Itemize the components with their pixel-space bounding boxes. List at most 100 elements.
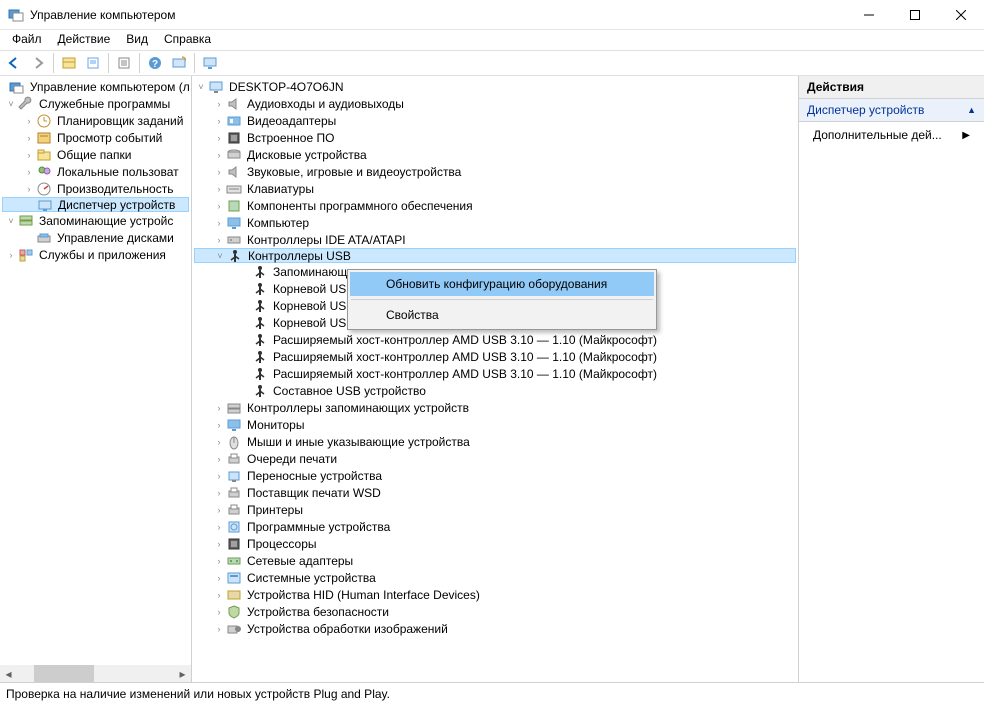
tree-local-users[interactable]: ›Локальные пользоват <box>2 163 189 180</box>
soft-icon <box>226 519 242 535</box>
menu-action[interactable]: Действие <box>50 30 119 48</box>
tree-disk-management[interactable]: ›Управление дисками <box>2 229 189 246</box>
pc-icon <box>208 79 224 95</box>
device-usb-item[interactable]: ▶Расширяемый хост-контроллер AMD USB 3.1… <box>194 348 796 365</box>
twisty-icon[interactable]: › <box>212 488 226 498</box>
tree-system-tools[interactable]: ˅Служебные программы <box>2 95 189 112</box>
refresh-button[interactable] <box>113 52 135 74</box>
twisty-icon[interactable]: ˅ <box>213 251 227 261</box>
device-category[interactable]: ›Устройства обработки изображений <box>194 620 796 637</box>
vid-icon <box>226 113 242 129</box>
twisty-icon[interactable]: › <box>212 116 226 126</box>
twisty-icon[interactable]: › <box>212 539 226 549</box>
left-horizontal-scrollbar[interactable]: ◂▸ <box>0 665 191 682</box>
device-category[interactable]: ›Программные устройства <box>194 518 796 535</box>
monitor-button[interactable] <box>199 52 221 74</box>
device-root[interactable]: ˅DESKTOP-4O7O6JN <box>194 78 796 95</box>
device-category[interactable]: ›Компьютер <box>194 214 796 231</box>
device-tree-pane: ˅DESKTOP-4O7O6JN›Аудиовходы и аудиовыход… <box>192 76 799 682</box>
actions-more[interactable]: Дополнительные дей... ▶ <box>799 122 984 148</box>
device-category[interactable]: ›Очереди печати <box>194 450 796 467</box>
device-category[interactable]: ›Контроллеры запоминающих устройств <box>194 399 796 416</box>
help-button[interactable]: ? <box>144 52 166 74</box>
twisty-icon[interactable]: › <box>212 624 226 634</box>
tree-shared-folders[interactable]: ›Общие папки <box>2 146 189 163</box>
menu-help[interactable]: Справка <box>156 30 219 48</box>
twisty-icon[interactable]: › <box>212 471 226 481</box>
cube-icon <box>226 198 242 214</box>
device-category[interactable]: ›Дисковые устройства <box>194 146 796 163</box>
device-category[interactable]: ›Процессоры <box>194 535 796 552</box>
twisty-icon[interactable]: › <box>212 437 226 447</box>
properties-button[interactable] <box>82 52 104 74</box>
scan-hardware-button[interactable] <box>168 52 190 74</box>
twisty-icon[interactable]: › <box>212 590 226 600</box>
chip-icon <box>226 536 242 552</box>
disk-icon <box>226 147 242 163</box>
context-menu-properties[interactable]: Свойства <box>350 303 654 327</box>
device-category[interactable]: ›Контроллеры IDE ATA/ATAPI <box>194 231 796 248</box>
actions-section[interactable]: Диспетчер устройств ▲ <box>799 99 984 122</box>
tree-event-viewer[interactable]: ›Просмотр событий <box>2 129 189 146</box>
device-category[interactable]: ›Переносные устройства <box>194 467 796 484</box>
twisty-icon[interactable]: › <box>212 522 226 532</box>
device-category[interactable]: ›Звуковые, игровые и видеоустройства <box>194 163 796 180</box>
twisty-icon[interactable]: › <box>212 235 226 245</box>
device-category[interactable]: ›Сетевые адаптеры <box>194 552 796 569</box>
device-category[interactable]: ›Компоненты программного обеспечения <box>194 197 796 214</box>
device-category[interactable]: ›Мониторы <box>194 416 796 433</box>
twisty-icon[interactable]: › <box>212 201 226 211</box>
device-category[interactable]: ›Поставщик печати WSD <box>194 484 796 501</box>
menu-file[interactable]: Файл <box>4 30 50 48</box>
sec-icon <box>226 604 242 620</box>
twisty-icon[interactable]: › <box>212 573 226 583</box>
minimize-button[interactable] <box>846 0 892 30</box>
tree-root[interactable]: ▶Управление компьютером (л <box>2 78 189 95</box>
device-category[interactable]: ›Аудиовходы и аудиовыходы <box>194 95 796 112</box>
tree-device-manager[interactable]: ›Диспетчер устройств <box>2 197 189 212</box>
computer-management-icon <box>9 79 25 95</box>
device-category[interactable]: ›Видеоадаптеры <box>194 112 796 129</box>
tree-services-apps[interactable]: ›Службы и приложения <box>2 246 189 263</box>
twisty-icon[interactable]: › <box>212 420 226 430</box>
device-usb-controllers[interactable]: ˅Контроллеры USB <box>194 248 796 263</box>
device-category[interactable]: ›Встроенное ПО <box>194 129 796 146</box>
maximize-button[interactable] <box>892 0 938 30</box>
device-category[interactable]: ›Устройства безопасности <box>194 603 796 620</box>
left-tree-pane: ▶Управление компьютером (л ˅Служебные пр… <box>0 76 192 682</box>
device-category[interactable]: ›Системные устройства <box>194 569 796 586</box>
device-usb-item[interactable]: ▶Расширяемый хост-контроллер AMD USB 3.1… <box>194 331 796 348</box>
twisty-icon[interactable]: › <box>212 454 226 464</box>
device-category[interactable]: ›Устройства HID (Human Interface Devices… <box>194 586 796 603</box>
twisty-icon[interactable]: › <box>212 607 226 617</box>
twisty-icon[interactable]: › <box>212 403 226 413</box>
menu-bar: Файл Действие Вид Справка <box>0 30 984 50</box>
twisty-icon[interactable]: › <box>212 505 226 515</box>
show-hide-button[interactable] <box>58 52 80 74</box>
device-category[interactable]: ›Клавиатуры <box>194 180 796 197</box>
close-button[interactable] <box>938 0 984 30</box>
back-button[interactable] <box>3 52 25 74</box>
mouse-icon <box>226 434 242 450</box>
twisty-icon[interactable]: › <box>212 99 226 109</box>
device-usb-item[interactable]: ▶Составное USB устройство <box>194 382 796 399</box>
actions-header: Действия <box>799 76 984 99</box>
device-usb-item[interactable]: ▶Расширяемый хост-контроллер AMD USB 3.1… <box>194 365 796 382</box>
device-category[interactable]: ›Мыши и иные указывающие устройства <box>194 433 796 450</box>
wrench-icon <box>18 96 34 112</box>
twisty-icon[interactable]: › <box>212 167 226 177</box>
twisty-icon[interactable]: ˅ <box>194 82 208 92</box>
net-icon <box>226 553 242 569</box>
twisty-icon[interactable]: › <box>212 150 226 160</box>
tree-storage[interactable]: ˅Запоминающие устройс <box>2 212 189 229</box>
tree-task-scheduler[interactable]: ›Планировщик заданий <box>2 112 189 129</box>
twisty-icon[interactable]: › <box>212 556 226 566</box>
twisty-icon[interactable]: › <box>212 184 226 194</box>
device-category[interactable]: ›Принтеры <box>194 501 796 518</box>
forward-button[interactable] <box>27 52 49 74</box>
twisty-icon[interactable]: › <box>212 218 226 228</box>
context-menu-scan[interactable]: Обновить конфигурацию оборудования <box>350 272 654 296</box>
tree-performance[interactable]: ›Производительность <box>2 180 189 197</box>
twisty-icon[interactable]: › <box>212 133 226 143</box>
menu-view[interactable]: Вид <box>118 30 156 48</box>
